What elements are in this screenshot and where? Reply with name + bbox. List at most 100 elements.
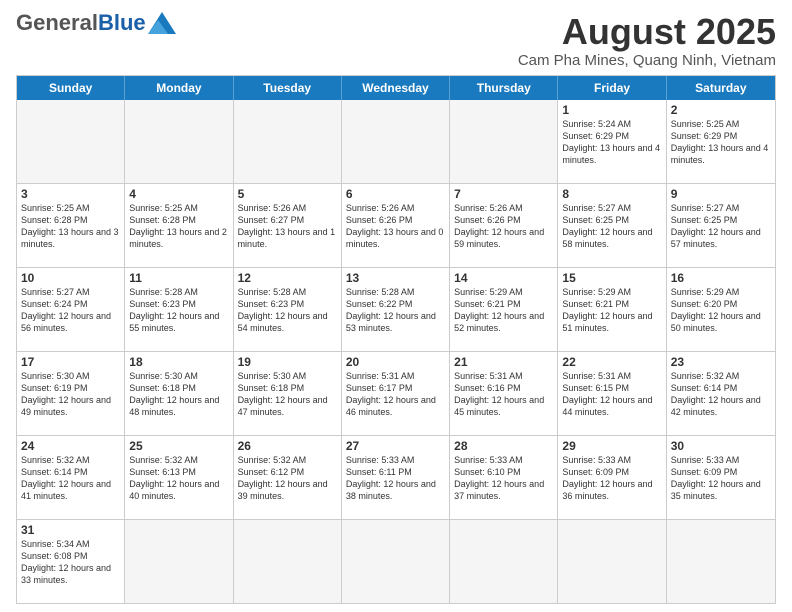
- calendar-cell: 4Sunrise: 5:25 AM Sunset: 6:28 PM Daylig…: [125, 184, 233, 267]
- day-number: 4: [129, 187, 228, 201]
- calendar-cell: 28Sunrise: 5:33 AM Sunset: 6:10 PM Dayli…: [450, 436, 558, 519]
- day-number: 10: [21, 271, 120, 285]
- day-info: Sunrise: 5:27 AM Sunset: 6:24 PM Dayligh…: [21, 286, 120, 335]
- calendar-cell: [450, 100, 558, 183]
- logo-icon: [148, 12, 176, 34]
- calendar-cell: 23Sunrise: 5:32 AM Sunset: 6:14 PM Dayli…: [667, 352, 775, 435]
- day-number: 27: [346, 439, 445, 453]
- day-number: 17: [21, 355, 120, 369]
- day-info: Sunrise: 5:34 AM Sunset: 6:08 PM Dayligh…: [21, 538, 120, 587]
- header-day-tuesday: Tuesday: [234, 76, 342, 100]
- header-day-friday: Friday: [558, 76, 666, 100]
- header-day-sunday: Sunday: [17, 76, 125, 100]
- calendar-cell: [667, 520, 775, 603]
- day-info: Sunrise: 5:30 AM Sunset: 6:19 PM Dayligh…: [21, 370, 120, 419]
- day-number: 24: [21, 439, 120, 453]
- calendar-cell: [234, 100, 342, 183]
- day-number: 23: [671, 355, 771, 369]
- day-number: 11: [129, 271, 228, 285]
- calendar-cell: 1Sunrise: 5:24 AM Sunset: 6:29 PM Daylig…: [558, 100, 666, 183]
- day-number: 22: [562, 355, 661, 369]
- calendar-cell: [125, 100, 233, 183]
- page: General Blue August 2025 Cam Pha Mines, …: [0, 0, 792, 612]
- calendar-cell: 13Sunrise: 5:28 AM Sunset: 6:22 PM Dayli…: [342, 268, 450, 351]
- day-info: Sunrise: 5:33 AM Sunset: 6:09 PM Dayligh…: [671, 454, 771, 503]
- header-day-saturday: Saturday: [667, 76, 775, 100]
- calendar-cell: 26Sunrise: 5:32 AM Sunset: 6:12 PM Dayli…: [234, 436, 342, 519]
- calendar-week-5: 24Sunrise: 5:32 AM Sunset: 6:14 PM Dayli…: [17, 436, 775, 520]
- header-day-thursday: Thursday: [450, 76, 558, 100]
- calendar-cell: 15Sunrise: 5:29 AM Sunset: 6:21 PM Dayli…: [558, 268, 666, 351]
- calendar-cell: [558, 520, 666, 603]
- calendar-cell: 24Sunrise: 5:32 AM Sunset: 6:14 PM Dayli…: [17, 436, 125, 519]
- calendar-cell: 6Sunrise: 5:26 AM Sunset: 6:26 PM Daylig…: [342, 184, 450, 267]
- calendar-cell: [342, 520, 450, 603]
- calendar-cell: 17Sunrise: 5:30 AM Sunset: 6:19 PM Dayli…: [17, 352, 125, 435]
- logo-general-text: General: [16, 12, 98, 34]
- day-info: Sunrise: 5:30 AM Sunset: 6:18 PM Dayligh…: [129, 370, 228, 419]
- day-number: 14: [454, 271, 553, 285]
- day-number: 29: [562, 439, 661, 453]
- calendar-cell: 10Sunrise: 5:27 AM Sunset: 6:24 PM Dayli…: [17, 268, 125, 351]
- calendar-cell: 20Sunrise: 5:31 AM Sunset: 6:17 PM Dayli…: [342, 352, 450, 435]
- day-info: Sunrise: 5:31 AM Sunset: 6:17 PM Dayligh…: [346, 370, 445, 419]
- calendar-week-6: 31Sunrise: 5:34 AM Sunset: 6:08 PM Dayli…: [17, 520, 775, 603]
- calendar-cell: 27Sunrise: 5:33 AM Sunset: 6:11 PM Dayli…: [342, 436, 450, 519]
- day-info: Sunrise: 5:32 AM Sunset: 6:14 PM Dayligh…: [21, 454, 120, 503]
- day-info: Sunrise: 5:28 AM Sunset: 6:23 PM Dayligh…: [238, 286, 337, 335]
- day-number: 13: [346, 271, 445, 285]
- calendar-week-4: 17Sunrise: 5:30 AM Sunset: 6:19 PM Dayli…: [17, 352, 775, 436]
- day-info: Sunrise: 5:29 AM Sunset: 6:21 PM Dayligh…: [562, 286, 661, 335]
- day-info: Sunrise: 5:33 AM Sunset: 6:11 PM Dayligh…: [346, 454, 445, 503]
- day-number: 5: [238, 187, 337, 201]
- header-day-monday: Monday: [125, 76, 233, 100]
- calendar-cell: 30Sunrise: 5:33 AM Sunset: 6:09 PM Dayli…: [667, 436, 775, 519]
- day-info: Sunrise: 5:26 AM Sunset: 6:27 PM Dayligh…: [238, 202, 337, 251]
- day-info: Sunrise: 5:27 AM Sunset: 6:25 PM Dayligh…: [562, 202, 661, 251]
- calendar-week-3: 10Sunrise: 5:27 AM Sunset: 6:24 PM Dayli…: [17, 268, 775, 352]
- day-info: Sunrise: 5:32 AM Sunset: 6:12 PM Dayligh…: [238, 454, 337, 503]
- calendar-cell: 11Sunrise: 5:28 AM Sunset: 6:23 PM Dayli…: [125, 268, 233, 351]
- day-number: 21: [454, 355, 553, 369]
- calendar-cell: 9Sunrise: 5:27 AM Sunset: 6:25 PM Daylig…: [667, 184, 775, 267]
- day-number: 20: [346, 355, 445, 369]
- day-info: Sunrise: 5:32 AM Sunset: 6:14 PM Dayligh…: [671, 370, 771, 419]
- day-number: 31: [21, 523, 120, 537]
- day-number: 15: [562, 271, 661, 285]
- day-number: 8: [562, 187, 661, 201]
- calendar-cell: 18Sunrise: 5:30 AM Sunset: 6:18 PM Dayli…: [125, 352, 233, 435]
- day-number: 9: [671, 187, 771, 201]
- calendar-cell: 16Sunrise: 5:29 AM Sunset: 6:20 PM Dayli…: [667, 268, 775, 351]
- month-title: August 2025: [518, 12, 776, 52]
- calendar-cell: 2Sunrise: 5:25 AM Sunset: 6:29 PM Daylig…: [667, 100, 775, 183]
- day-number: 16: [671, 271, 771, 285]
- day-info: Sunrise: 5:33 AM Sunset: 6:10 PM Dayligh…: [454, 454, 553, 503]
- day-number: 2: [671, 103, 771, 117]
- day-number: 1: [562, 103, 661, 117]
- day-number: 25: [129, 439, 228, 453]
- day-number: 6: [346, 187, 445, 201]
- day-info: Sunrise: 5:24 AM Sunset: 6:29 PM Dayligh…: [562, 118, 661, 167]
- title-area: August 2025 Cam Pha Mines, Quang Ninh, V…: [518, 12, 776, 69]
- day-info: Sunrise: 5:32 AM Sunset: 6:13 PM Dayligh…: [129, 454, 228, 503]
- calendar-cell: 31Sunrise: 5:34 AM Sunset: 6:08 PM Dayli…: [17, 520, 125, 603]
- header-day-wednesday: Wednesday: [342, 76, 450, 100]
- day-info: Sunrise: 5:31 AM Sunset: 6:16 PM Dayligh…: [454, 370, 553, 419]
- day-number: 12: [238, 271, 337, 285]
- calendar-week-2: 3Sunrise: 5:25 AM Sunset: 6:28 PM Daylig…: [17, 184, 775, 268]
- day-info: Sunrise: 5:28 AM Sunset: 6:22 PM Dayligh…: [346, 286, 445, 335]
- calendar-body: 1Sunrise: 5:24 AM Sunset: 6:29 PM Daylig…: [17, 100, 775, 603]
- calendar-cell: [342, 100, 450, 183]
- day-info: Sunrise: 5:26 AM Sunset: 6:26 PM Dayligh…: [454, 202, 553, 251]
- calendar-cell: [234, 520, 342, 603]
- calendar-cell: 29Sunrise: 5:33 AM Sunset: 6:09 PM Dayli…: [558, 436, 666, 519]
- calendar-cell: [17, 100, 125, 183]
- location: Cam Pha Mines, Quang Ninh, Vietnam: [518, 52, 776, 69]
- day-number: 3: [21, 187, 120, 201]
- calendar-cell: [450, 520, 558, 603]
- calendar-cell: 12Sunrise: 5:28 AM Sunset: 6:23 PM Dayli…: [234, 268, 342, 351]
- day-number: 19: [238, 355, 337, 369]
- calendar-cell: 25Sunrise: 5:32 AM Sunset: 6:13 PM Dayli…: [125, 436, 233, 519]
- day-info: Sunrise: 5:28 AM Sunset: 6:23 PM Dayligh…: [129, 286, 228, 335]
- calendar-cell: 21Sunrise: 5:31 AM Sunset: 6:16 PM Dayli…: [450, 352, 558, 435]
